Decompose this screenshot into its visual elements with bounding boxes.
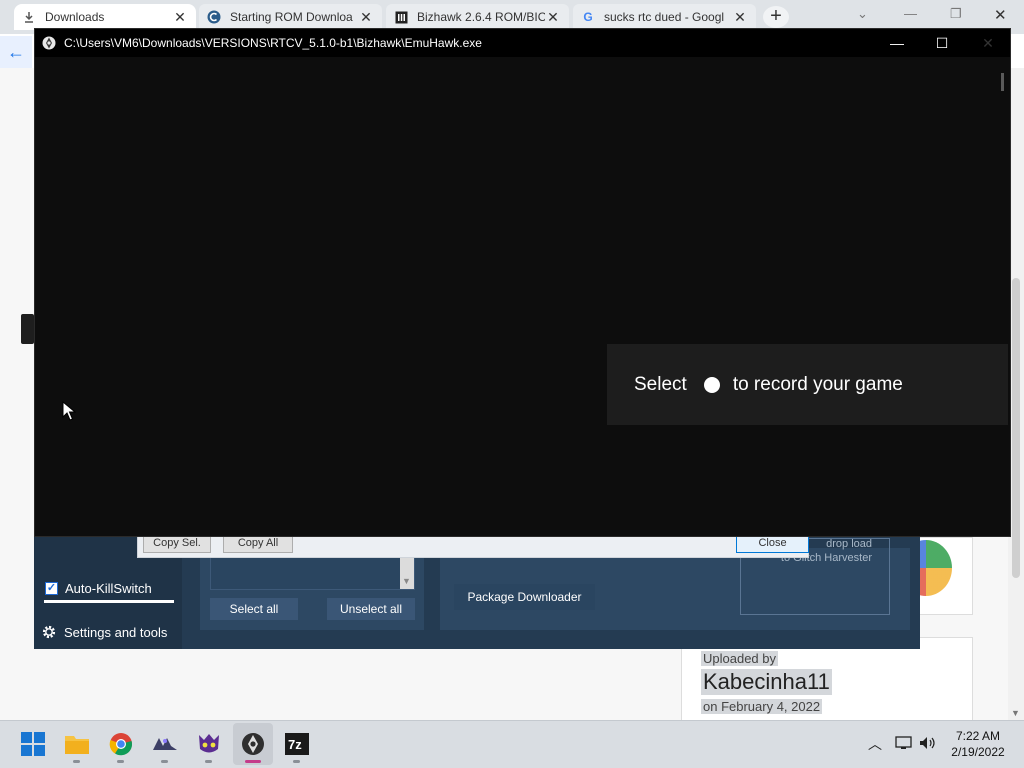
start-icon[interactable] (20, 731, 46, 757)
window-title: C:\Users\VM6\Downloads\VERSIONS\RTCV_5.1… (64, 36, 482, 50)
taskbar-indicator (205, 760, 212, 763)
show-hidden-icons-chevron-icon[interactable]: ︿ (868, 734, 882, 754)
emuhawk-icon[interactable] (240, 731, 266, 757)
emuhawk-icon (42, 36, 56, 50)
webpage-side-element (21, 314, 34, 344)
tab-close-icon[interactable]: ✕ (172, 9, 188, 26)
close-icon[interactable]: ✕ (965, 29, 1011, 57)
record-icon (703, 376, 720, 393)
taskbar-indicator (293, 760, 300, 763)
killswitch-progress-bar (44, 600, 174, 603)
auto-killswitch-label[interactable]: Auto-KillSwitch (65, 581, 152, 596)
tab-search-chevron-icon[interactable]: ⌄ (857, 6, 868, 22)
prompt-text-before: Select (634, 373, 687, 395)
tab-label: Starting ROM Downloa (230, 10, 353, 24)
uploaded-by-label: Uploaded by (701, 651, 778, 666)
minimize-icon[interactable]: — (874, 29, 920, 57)
gear-icon (42, 625, 56, 639)
chrome-icon[interactable] (108, 731, 134, 757)
scroll-down-arrow-icon[interactable]: ▼ (1011, 708, 1020, 718)
maximize-icon[interactable]: ☐ (919, 29, 965, 57)
taskbar-clock[interactable]: 7:22 AM 2/19/2022 (946, 728, 1010, 760)
tab-close-icon[interactable]: ✕ (545, 9, 561, 26)
tab-close-icon[interactable]: ✕ (732, 9, 748, 26)
back-arrow-icon[interactable]: ← (0, 36, 32, 68)
upload-date: on February 4, 2022 (701, 699, 823, 714)
svg-text:7z: 7z (288, 737, 302, 752)
emuhawk-window[interactable]: C:\Users\VM6\Downloads\VERSIONS\RTCV_5.1… (34, 28, 1011, 537)
browser-close-icon[interactable]: ✕ (994, 6, 1007, 24)
browser-restore-icon[interactable]: ❐ (950, 6, 962, 22)
select-all-button[interactable]: Select all (210, 598, 298, 620)
taskbar-indicator (73, 760, 80, 763)
listbox-scrollbar[interactable]: ▼ (400, 553, 414, 589)
mouse-cursor-icon (62, 401, 76, 421)
tab-starting-rom[interactable]: Starting ROM Downloa ✕ (199, 4, 382, 30)
tab-label: Bizhawk 2.6.4 ROM/BIO (417, 10, 545, 24)
tab-label: sucks rtc dued - Googl (604, 10, 725, 24)
settings-label: Settings and tools (64, 624, 168, 640)
clock-date: 2/19/2022 (951, 745, 1005, 759)
tab-bizhawk[interactable]: Bizhawk 2.6.4 ROM/BIO ✕ (386, 4, 569, 30)
file-explorer-icon[interactable] (64, 731, 90, 757)
tab-label: Downloads (45, 10, 105, 24)
scroll-down-arrow-icon[interactable]: ▼ (402, 576, 411, 586)
settings-and-tools-button[interactable]: Settings and tools (41, 624, 167, 640)
tab-close-icon[interactable]: ✕ (358, 9, 374, 26)
network-icon[interactable] (895, 736, 913, 753)
tab-downloads[interactable]: Downloads ✕ (14, 4, 196, 30)
browser-minimize-icon[interactable]: — (904, 6, 917, 21)
taskbar-indicator (161, 760, 168, 763)
7zip-icon[interactable]: 7z (284, 731, 310, 757)
prompt-text-after: to record your game (732, 373, 903, 395)
rtc-icon (207, 10, 221, 24)
archive-icon (394, 10, 408, 24)
taskbar-active-indicator (245, 760, 261, 763)
rtc-launcher-icon[interactable] (152, 731, 178, 757)
taskbar-indicator (117, 760, 124, 763)
scrollbar-thumb[interactable] (1012, 278, 1020, 578)
rtc-skull-icon[interactable] (196, 731, 222, 757)
emu-scrollbar-thumb[interactable] (1001, 73, 1004, 91)
emuhawk-titlebar[interactable]: C:\Users\VM6\Downloads\VERSIONS\RTCV_5.1… (35, 29, 1010, 57)
volume-icon[interactable] (919, 736, 937, 753)
tab-google-search[interactable]: G sucks rtc dued - Googl ✕ (573, 4, 756, 30)
new-tab-button[interactable]: + (763, 6, 789, 28)
download-icon (22, 10, 36, 24)
clock-time: 7:22 AM (955, 729, 1001, 743)
game-bar-record-prompt: Select to record your game (607, 344, 1008, 425)
package-downloader-button[interactable]: Package Downloader (454, 584, 595, 610)
unselect-all-button[interactable]: Unselect all (327, 598, 415, 620)
auto-killswitch-checkbox[interactable]: ✓ (45, 582, 58, 595)
uploader-name[interactable]: Kabecinha11 (701, 669, 832, 695)
google-icon: G (583, 10, 593, 24)
